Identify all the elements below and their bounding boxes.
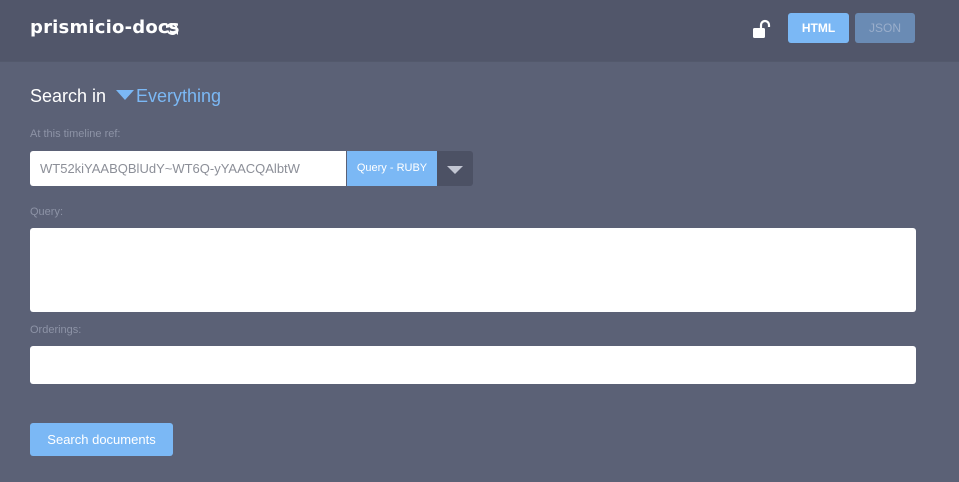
search-documents-button[interactable]: Search documents [30, 423, 173, 456]
search-in-label: Search in [30, 86, 107, 106]
query-language-button[interactable]: Query - RUBY [347, 151, 437, 186]
unlocked-padlock-icon[interactable] [752, 19, 772, 39]
scope-select[interactable]: Everything [116, 86, 221, 107]
caret-down-icon [447, 166, 463, 174]
orderings-input[interactable] [30, 346, 916, 384]
top-bar: prismicio-docs HTML JSON [0, 0, 959, 61]
timeline-ref-label: At this timeline ref: [30, 128, 121, 140]
query-language-dropdown[interactable] [437, 151, 473, 186]
query-label: Query: [30, 206, 64, 218]
scope-select-value: Everything [136, 86, 222, 106]
json-format-button[interactable]: JSON [855, 13, 915, 43]
repository-name: prismicio-docs [30, 17, 180, 38]
refresh-icon[interactable] [165, 22, 179, 36]
caret-down-icon [116, 90, 134, 100]
query-textarea[interactable] [30, 228, 916, 312]
timeline-ref-input[interactable] [30, 151, 346, 186]
html-format-button[interactable]: HTML [788, 13, 849, 43]
orderings-label: Orderings: [30, 324, 82, 336]
